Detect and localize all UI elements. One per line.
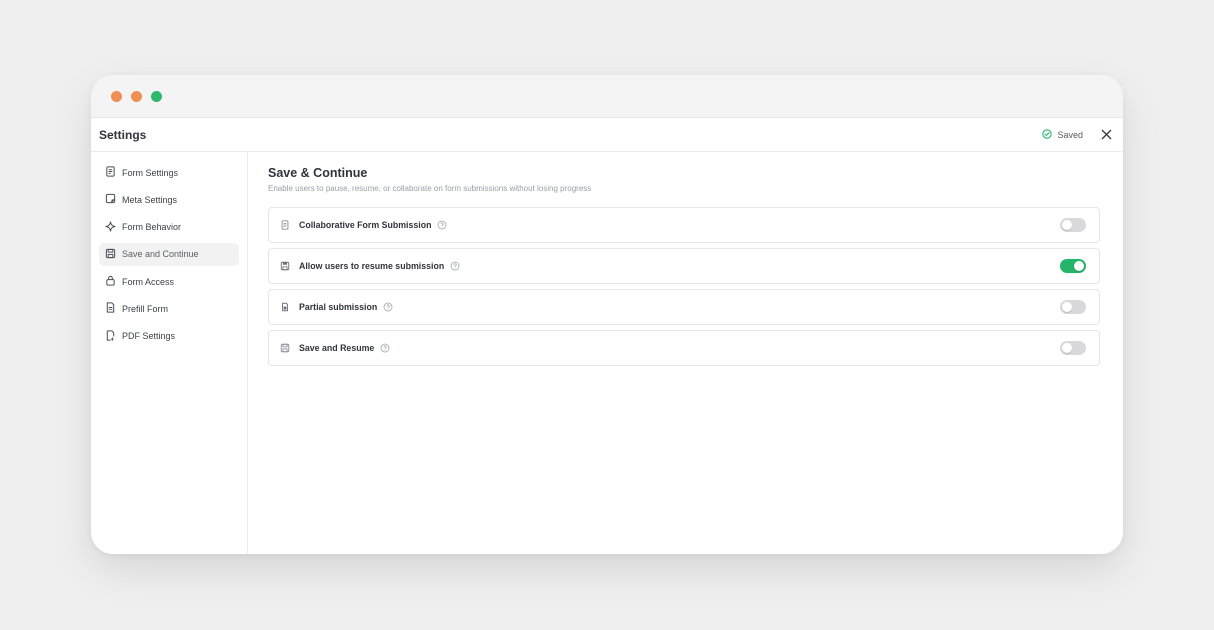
option-label: Save and Resume — [299, 343, 375, 353]
section-title: Save & Continue — [268, 166, 368, 180]
meta-settings-icon — [105, 193, 116, 206]
option-collaborative-form-submission: Collaborative Form Submission — [268, 207, 1100, 243]
window-titlebar — [91, 75, 1123, 118]
sparkle-icon — [105, 221, 116, 234]
sidebar-item-label: Prefill Form — [122, 303, 169, 314]
close-icon[interactable] — [1099, 128, 1113, 142]
saved-status-label: Saved — [1057, 129, 1083, 140]
option-save-and-resume: Save and Resume — [268, 330, 1100, 366]
option-label: Partial submission — [299, 302, 378, 312]
help-icon[interactable] — [450, 261, 460, 271]
section-description: Enable users to pause, resume, or collab… — [268, 184, 592, 193]
form-settings-icon — [105, 166, 116, 179]
document-icon — [105, 302, 116, 315]
collaborative-form-submission-toggle[interactable] — [1060, 218, 1086, 232]
option-label: Allow users to resume submission — [299, 261, 445, 271]
save-icon — [279, 261, 290, 272]
check-circle-icon — [1042, 128, 1053, 141]
sidebar-item-pdf-settings[interactable]: PDF Settings — [99, 325, 239, 348]
document-icon — [279, 220, 290, 231]
option-allow-users-to-resume-submission: Allow users to resume submission — [268, 248, 1100, 284]
saved-status: Saved — [1042, 128, 1083, 141]
settings-header: Settings Saved — [91, 118, 1123, 152]
page-title: Settings — [99, 127, 147, 142]
help-icon[interactable] — [380, 343, 390, 353]
sidebar-item-form-settings[interactable]: Form Settings — [99, 161, 239, 184]
pdf-icon — [105, 330, 116, 343]
maximize-dot[interactable] — [151, 90, 162, 102]
sidebar-item-label: Form Behavior — [122, 222, 182, 233]
sidebar-item-label: PDF Settings — [122, 331, 176, 342]
settings-sidebar: Form Settings Meta Settings Form Behavio… — [91, 152, 248, 554]
allow-users-to-resume-submission-toggle[interactable] — [1060, 259, 1086, 273]
sidebar-item-meta-settings[interactable]: Meta Settings — [99, 188, 239, 211]
sidebar-item-label: Save and Continue — [122, 249, 199, 260]
sidebar-item-prefill-form[interactable]: Prefill Form — [99, 297, 239, 320]
save-and-resume-toggle[interactable] — [1060, 341, 1086, 355]
partial-submission-toggle[interactable] — [1060, 300, 1086, 314]
clipboard-icon — [279, 302, 290, 313]
save-icon — [105, 248, 116, 261]
lock-icon — [105, 275, 116, 288]
settings-main: Save & Continue Enable users to pause, r… — [248, 152, 1123, 554]
option-partial-submission: Partial submission — [268, 289, 1100, 325]
sidebar-item-label: Form Settings — [122, 167, 179, 178]
save-icon — [279, 343, 290, 354]
settings-window: Settings Saved Form Settings Meta Settin… — [91, 75, 1123, 554]
close-dot[interactable] — [111, 90, 122, 102]
sidebar-item-save-and-continue[interactable]: Save and Continue — [99, 242, 239, 266]
help-icon[interactable] — [437, 220, 447, 230]
sidebar-item-label: Form Access — [122, 276, 175, 287]
sidebar-item-label: Meta Settings — [122, 194, 178, 205]
option-label: Collaborative Form Submission — [299, 220, 432, 230]
minimize-dot[interactable] — [131, 90, 142, 102]
sidebar-item-form-behavior[interactable]: Form Behavior — [99, 216, 239, 239]
help-icon[interactable] — [383, 302, 393, 312]
sidebar-item-form-access[interactable]: Form Access — [99, 270, 239, 293]
